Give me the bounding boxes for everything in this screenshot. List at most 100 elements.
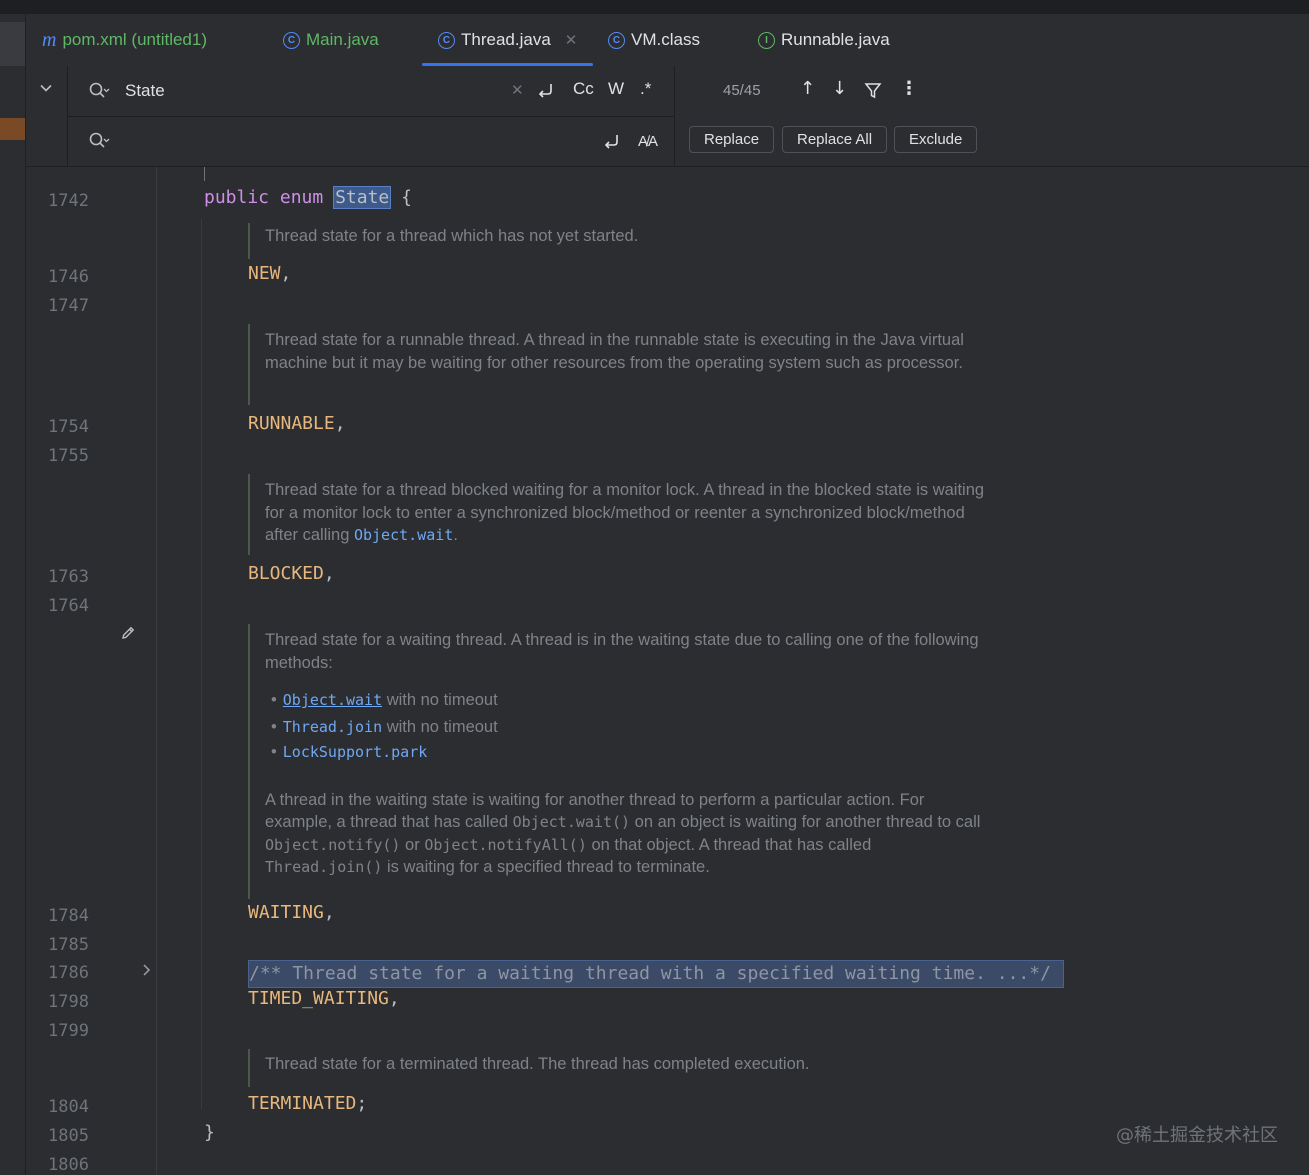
doc-text: with no timeout — [382, 717, 498, 736]
arrow-down-icon[interactable]: ↓ — [832, 78, 847, 99]
line-number: 1785 — [48, 935, 89, 955]
line-number: 1798 — [48, 992, 89, 1012]
doc-code: Object.wait() — [512, 813, 631, 831]
preserve-case-toggle[interactable]: A̸A — [638, 133, 658, 150]
chevron-right-icon[interactable] — [142, 964, 152, 976]
closing-brace: } — [204, 1122, 215, 1143]
tab-label: Thread.java — [461, 30, 551, 49]
more-vertical-icon[interactable]: ⋮ — [900, 78, 918, 99]
class-icon: C — [283, 31, 300, 49]
editor-tabs: m pom.xml (untitled1) C Main.java C Thre… — [26, 14, 1309, 67]
tab-vm-class[interactable]: C VM.class — [608, 14, 700, 66]
tab-label: VM.class — [631, 30, 700, 49]
tab-label: Main.java — [306, 30, 379, 49]
edit-doc-icon[interactable] — [120, 625, 136, 641]
line-number: 1786 — [48, 963, 89, 983]
enum-declaration: public enum State { — [204, 186, 412, 209]
doc-link[interactable]: LockSupport.park — [283, 743, 428, 761]
doc-text: with no timeout — [382, 691, 498, 709]
enum-constant: NEW — [248, 263, 281, 284]
code-editor[interactable]: public enum State { Thread state for a t… — [157, 167, 1309, 1175]
maven-icon: m — [42, 28, 57, 51]
search-input[interactable]: State — [125, 81, 165, 101]
enum-constant: RUNNABLE — [248, 413, 335, 434]
line-number: 1746 — [48, 267, 89, 287]
doc-text: Thread state for a thread which has not … — [265, 227, 639, 245]
match-count: 45/45 — [723, 82, 761, 99]
exclude-button[interactable]: Exclude — [894, 126, 978, 153]
doc-text: . — [453, 526, 458, 544]
left-tool-strip — [0, 14, 26, 1175]
newline-icon[interactable] — [602, 132, 622, 152]
tool-strip-block[interactable] — [0, 22, 25, 66]
match-case-toggle[interactable]: Cc — [573, 79, 594, 99]
find-row: State ✕ Cc W .* — [68, 66, 674, 117]
indent-guide — [204, 167, 205, 181]
doc-comment-terminated: Thread state for a terminated thread. Th… — [248, 1049, 985, 1087]
replace-all-button[interactable]: Replace All — [782, 126, 888, 153]
tab-thread-java[interactable]: C Thread.java ✕ — [422, 14, 594, 66]
doc-text: Thread state for a terminated thread. Th… — [265, 1055, 810, 1073]
replace-button[interactable]: Replace — [689, 126, 775, 153]
doc-text: or — [400, 835, 425, 854]
line-number-gutter: 1742 1746 1747 1754 1755 1763 1764 1784 … — [26, 167, 157, 1175]
doc-link[interactable]: Thread.join — [283, 718, 382, 736]
search-icon[interactable] — [88, 130, 110, 152]
keyword: enum — [279, 187, 324, 208]
line-number: 1763 — [48, 567, 89, 587]
whole-word-toggle[interactable]: W — [608, 79, 624, 99]
doc-link[interactable]: Object.wait — [283, 691, 382, 709]
line-number: 1784 — [48, 906, 89, 926]
line-number: 1799 — [48, 1021, 89, 1041]
tab-pom-xml[interactable]: m pom.xml (untitled1) — [42, 14, 207, 66]
line-number: 1747 — [48, 296, 89, 316]
watermark: @稀土掘金技术社区 — [1116, 1125, 1278, 1146]
doc-code: Object.notifyAll() — [424, 835, 587, 854]
enum-constant: BLOCKED — [248, 563, 324, 584]
line-number: 1742 — [48, 191, 89, 211]
newline-icon[interactable] — [536, 81, 556, 101]
doc-code: Thread.join() — [265, 858, 383, 876]
line-number: 1804 — [48, 1097, 89, 1117]
tool-strip-marker[interactable] — [0, 118, 25, 140]
search-icon[interactable] — [88, 80, 110, 102]
doc-code: Object.notify() — [265, 835, 401, 854]
filter-icon[interactable] — [864, 82, 882, 100]
doc-text: Thread state for a runnable thread. A th… — [265, 331, 964, 372]
interface-icon: I — [758, 31, 775, 49]
enum-constant-blocked: BLOCKED, — [248, 563, 335, 584]
tab-main-java[interactable]: C Main.java — [283, 14, 379, 66]
clear-icon[interactable]: ✕ — [511, 81, 524, 99]
regex-toggle[interactable]: .* — [640, 79, 651, 99]
enum-constant-timed-waiting: TIMED_WAITING, — [248, 988, 400, 1009]
find-replace-panel: State ✕ Cc W .* A̸A 45/45 ↑ ↓ ⋮ Replace … — [26, 66, 1309, 167]
enum-constant: TERMINATED — [248, 1093, 357, 1114]
doc-link[interactable]: Object.wait — [354, 526, 453, 544]
brace: { — [401, 187, 412, 208]
class-icon: C — [608, 31, 625, 49]
close-icon[interactable]: ✕ — [565, 31, 578, 49]
arrow-up-icon[interactable]: ↑ — [800, 78, 815, 99]
doc-text: on an object is waiting for another thre… — [630, 813, 981, 831]
doc-comment-waiting: Thread state for a waiting thread. A thr… — [248, 624, 985, 899]
doc-text: Thread state for a waiting thread. A thr… — [265, 631, 979, 672]
enum-constant: TIMED_WAITING — [248, 988, 389, 1009]
line-number: 1805 — [48, 1126, 89, 1146]
line-number: 1754 — [48, 417, 89, 437]
replace-row: A̸A — [68, 117, 674, 166]
list-item: • Thread.join with no timeout — [271, 717, 498, 736]
window-top-bar — [0, 0, 1309, 14]
line-number: 1755 — [48, 446, 89, 466]
chevron-down-icon[interactable] — [40, 82, 52, 94]
line-number: 1764 — [48, 596, 89, 616]
enum-constant-new: NEW, — [248, 263, 292, 284]
enum-constant: WAITING — [248, 902, 324, 923]
keyword: public — [204, 187, 270, 208]
tab-runnable-java[interactable]: I Runnable.java — [758, 14, 890, 66]
doc-comment-blocked: Thread state for a thread blocked waitin… — [248, 474, 985, 555]
list-item: • Object.wait with no timeout — [271, 691, 498, 709]
tab-label: Runnable.java — [781, 30, 890, 49]
folded-doc-comment[interactable]: /** Thread state for a waiting thread wi… — [248, 960, 1064, 988]
enum-constant-runnable: RUNNABLE, — [248, 413, 346, 434]
doc-comment-runnable: Thread state for a runnable thread. A th… — [248, 324, 985, 405]
